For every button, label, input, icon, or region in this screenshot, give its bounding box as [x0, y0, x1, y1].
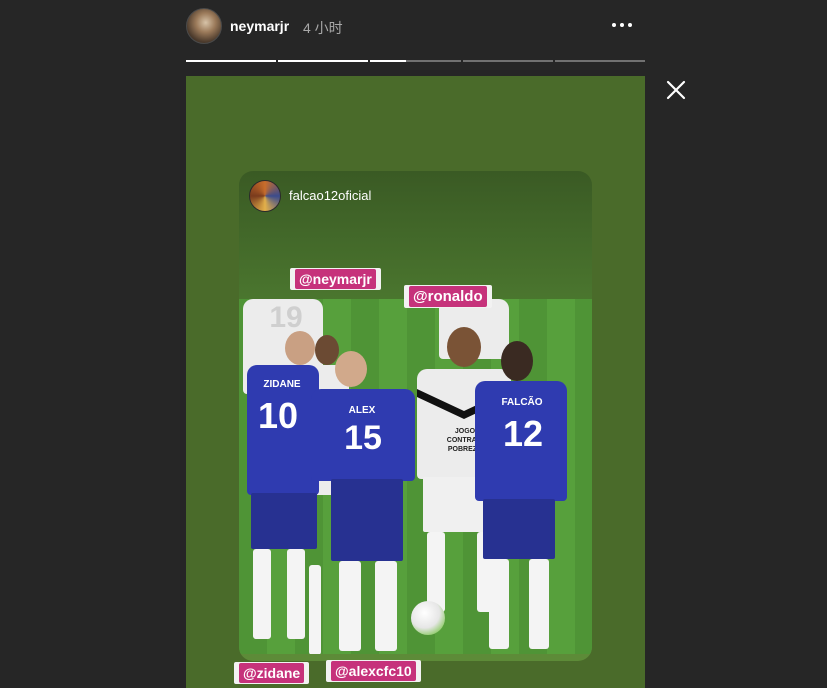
shared-post-card[interactable]: falcao12oficial 19 JOGO CONTRA A POBREZA	[239, 171, 592, 661]
progress-segment	[186, 60, 277, 62]
more-dot-icon	[620, 23, 624, 27]
progress-segment	[462, 60, 553, 62]
progress-segment	[278, 60, 369, 62]
mention-tag-neymarjr[interactable]: @neymarjr	[290, 268, 381, 290]
player-number: 19	[269, 301, 303, 334]
more-options-button[interactable]	[610, 14, 636, 36]
close-button[interactable]	[664, 78, 688, 102]
mention-text: @alexcfc10	[331, 661, 416, 681]
player-number: 15	[344, 419, 382, 457]
player-name: ZIDANE	[263, 379, 301, 390]
story-header: neymarjr 4 小时	[186, 8, 645, 44]
username[interactable]: neymarjr	[230, 18, 289, 34]
shared-post-username[interactable]: falcao12oficial	[289, 188, 371, 203]
mention-text: @neymarjr	[295, 269, 376, 289]
player-name: ALEX	[348, 405, 376, 416]
mention-tag-ronaldo[interactable]: @ronaldo	[404, 285, 492, 308]
mention-text: @zidane	[239, 663, 305, 683]
progress-segment	[370, 60, 461, 62]
post-time: 4 小时	[303, 20, 343, 36]
story-progress-bar	[186, 60, 646, 62]
progress-segment	[554, 60, 646, 62]
mention-text: @ronaldo	[409, 286, 487, 307]
player-number: 10	[257, 395, 299, 436]
mention-tag-alexcfc10[interactable]: @alexcfc10	[326, 660, 421, 682]
story-frame[interactable]: falcao12oficial 19 JOGO CONTRA A POBREZA	[186, 76, 645, 688]
player-name: FALCÃO	[501, 397, 543, 408]
post-photo: 19 JOGO CONTRA A POBREZA ZIDANE 10 ALEX …	[239, 299, 592, 654]
more-dot-icon	[612, 23, 616, 27]
mention-tag-zidane[interactable]: @zidane	[234, 662, 310, 684]
player-number: 12	[502, 413, 544, 454]
avatar[interactable]	[186, 8, 222, 44]
soccer-ball	[411, 601, 445, 635]
close-icon	[666, 80, 686, 100]
more-dot-icon	[628, 23, 632, 27]
shared-post-avatar[interactable]	[249, 180, 281, 212]
